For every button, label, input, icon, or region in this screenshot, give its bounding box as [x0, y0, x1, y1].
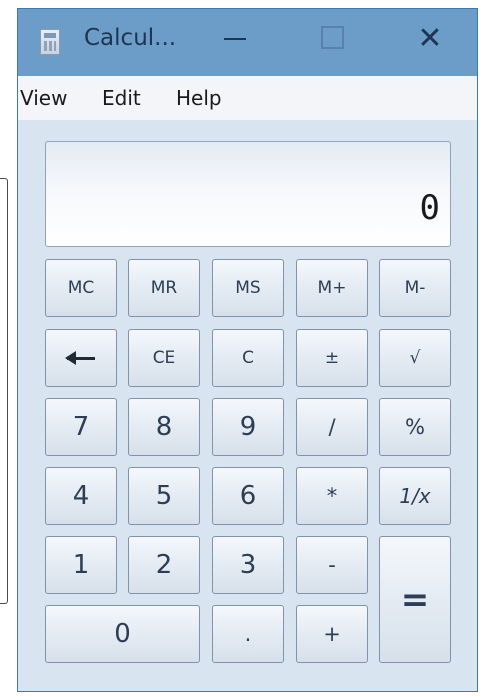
memory-store-button[interactable]: MS — [212, 259, 284, 317]
percent-button[interactable]: % — [379, 398, 451, 456]
digit-4-button[interactable]: 4 — [45, 467, 117, 525]
maximize-button[interactable] — [301, 17, 361, 61]
add-button[interactable]: + — [296, 605, 368, 663]
backspace-arrow-icon — [65, 350, 95, 365]
memory-clear-button[interactable]: MC — [45, 259, 117, 317]
subtract-button[interactable]: - — [296, 536, 368, 594]
clear-button[interactable]: C — [212, 329, 284, 387]
digit-6-button[interactable]: 6 — [212, 467, 284, 525]
digit-1-button[interactable]: 1 — [45, 536, 117, 594]
memory-add-button[interactable]: M+ — [296, 259, 368, 317]
digit-9-button[interactable]: 9 — [212, 398, 284, 456]
reciprocal-button[interactable]: 1/x — [379, 467, 451, 525]
close-button[interactable]: ✕ — [400, 17, 460, 61]
backspace-button[interactable] — [45, 329, 117, 387]
digit-0-button[interactable]: 0 — [45, 605, 200, 663]
window-title: Calcul... — [84, 25, 177, 51]
result-display: 0 — [45, 141, 451, 247]
digit-8-button[interactable]: 8 — [128, 398, 200, 456]
title-bar[interactable]: Calcul... ✕ — [18, 9, 477, 76]
menu-edit[interactable]: Edit — [102, 86, 141, 110]
minimize-button[interactable] — [203, 17, 263, 61]
display-value: 0 — [419, 188, 440, 228]
digit-5-button[interactable]: 5 — [128, 467, 200, 525]
equals-button[interactable]: = — [379, 536, 451, 663]
plus-minus-button[interactable]: ± — [296, 329, 368, 387]
calculator-window: Calcul... ✕ View Edit Help 0 MC MR MS M+… — [17, 8, 478, 692]
digit-7-button[interactable]: 7 — [45, 398, 117, 456]
menu-view[interactable]: View — [20, 86, 67, 110]
square-root-button[interactable]: √ — [379, 329, 451, 387]
memory-recall-button[interactable]: MR — [128, 259, 200, 317]
decimal-point-button[interactable]: . — [212, 605, 284, 663]
menu-help[interactable]: Help — [176, 86, 222, 110]
memory-subtract-button[interactable]: M- — [379, 259, 451, 317]
menu-bar: View Edit Help — [18, 76, 477, 120]
digit-3-button[interactable]: 3 — [212, 536, 284, 594]
clear-entry-button[interactable]: CE — [128, 329, 200, 387]
calculator-app-icon — [40, 29, 60, 55]
digit-2-button[interactable]: 2 — [128, 536, 200, 594]
background-window-edge — [0, 178, 8, 604]
divide-button[interactable]: / — [296, 398, 368, 456]
multiply-button[interactable]: * — [296, 467, 368, 525]
